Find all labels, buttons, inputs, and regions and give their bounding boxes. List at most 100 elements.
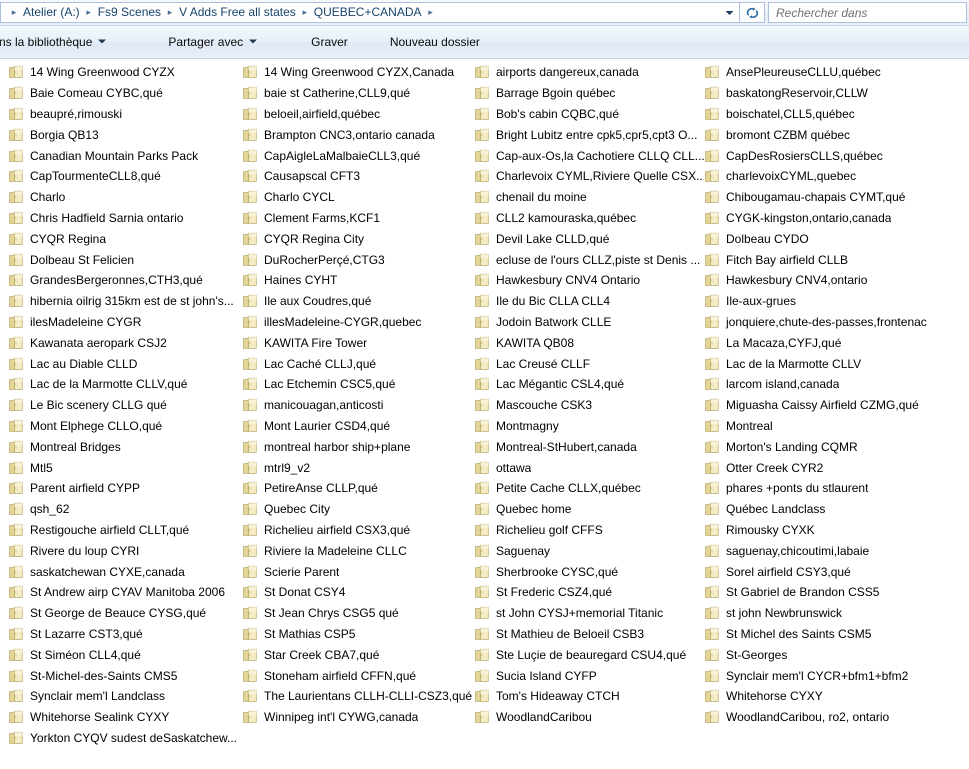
- folder-item[interactable]: Lac Caché CLLJ,qué: [238, 353, 474, 374]
- folder-item[interactable]: phares +ponts du stlaurent: [700, 478, 969, 499]
- folder-item[interactable]: Charlo CYCL: [238, 187, 474, 208]
- folder-item[interactable]: airports dangereux,canada: [470, 62, 704, 83]
- folder-item[interactable]: Borgia QB13: [4, 124, 242, 145]
- folder-item[interactable]: Miguasha Caissy Airfield CZMG,qué: [700, 395, 969, 416]
- folder-item[interactable]: larcom island,canada: [700, 374, 969, 395]
- folder-item[interactable]: ilesMadeleine CYGR: [4, 312, 242, 333]
- folder-item[interactable]: 14 Wing Greenwood CYZX,Canada: [238, 62, 474, 83]
- breadcrumb-item-0[interactable]: Atelier (A:): [21, 3, 82, 22]
- folder-item[interactable]: Star Creek CBA7,qué: [238, 644, 474, 665]
- folder-item[interactable]: st john Newbrunswick: [700, 603, 969, 624]
- folder-item[interactable]: mtrl9_v2: [238, 457, 474, 478]
- folder-item[interactable]: St Siméon CLL4,qué: [4, 644, 242, 665]
- toolbar-item-organize-library[interactable]: ns la bibliothèque: [0, 30, 116, 54]
- folder-item[interactable]: Hawkesbury CNV4,ontario: [700, 270, 969, 291]
- folder-item[interactable]: AnsePleureuseCLLU,québec: [700, 62, 969, 83]
- folder-item[interactable]: Winnipeg int'l CYWG,canada: [238, 707, 474, 728]
- folder-item[interactable]: Lac au Diable CLLD: [4, 353, 242, 374]
- breadcrumb-item-1[interactable]: Fs9 Scenes: [96, 3, 163, 22]
- folder-item[interactable]: Synclair mem'l CYCR+bfm1+bfm2: [700, 665, 969, 686]
- folder-item[interactable]: Québec Landclass: [700, 499, 969, 520]
- folder-item[interactable]: Mont Elphege CLLO,qué: [4, 416, 242, 437]
- folder-item[interactable]: St George de Beauce CYSG,qué: [4, 603, 242, 624]
- folder-item[interactable]: Cap-aux-Os,la Cachotiere CLLQ CLL...: [470, 145, 704, 166]
- folder-item[interactable]: Barrage Bgoin québec: [470, 83, 704, 104]
- folder-item[interactable]: chenail du moine: [470, 187, 704, 208]
- toolbar-item-share-with[interactable]: Partager avec: [158, 30, 267, 54]
- folder-item[interactable]: jonquiere,chute-des-passes,frontenac: [700, 312, 969, 333]
- folder-item[interactable]: Sorel airfield CSY3,qué: [700, 561, 969, 582]
- folder-item[interactable]: qsh_62: [4, 499, 242, 520]
- folder-item[interactable]: GrandesBergeronnes,CTH3,qué: [4, 270, 242, 291]
- folder-item[interactable]: La Macaza,CYFJ,qué: [700, 332, 969, 353]
- folder-item[interactable]: Lac Etchemin CSC5,qué: [238, 374, 474, 395]
- breadcrumb-separator-1[interactable]: ▸: [82, 3, 96, 22]
- folder-item[interactable]: Lac Mégantic CSL4,qué: [470, 374, 704, 395]
- folder-item[interactable]: Montreal Bridges: [4, 436, 242, 457]
- folder-item[interactable]: boischatel,CLL5,québec: [700, 104, 969, 125]
- folder-item[interactable]: Dolbeau St Felicien: [4, 249, 242, 270]
- folder-item[interactable]: KAWITA QB08: [470, 332, 704, 353]
- folder-item[interactable]: Rimousky CYXK: [700, 520, 969, 541]
- refresh-icon[interactable]: [739, 2, 765, 23]
- folder-item[interactable]: Haines CYHT: [238, 270, 474, 291]
- folder-item[interactable]: ecluse de l'ours CLLZ,piste st Denis ...: [470, 249, 704, 270]
- folder-item[interactable]: Otter Creek CYR2: [700, 457, 969, 478]
- folder-item[interactable]: Mont Laurier CSD4,qué: [238, 416, 474, 437]
- folder-item[interactable]: 14 Wing Greenwood CYZX: [4, 62, 242, 83]
- folder-item[interactable]: Quebec home: [470, 499, 704, 520]
- folder-item[interactable]: Le Bic scenery CLLG qué: [4, 395, 242, 416]
- file-list-view[interactable]: 14 Wing Greenwood CYZX Baie Comeau CYBC,q…: [0, 59, 969, 769]
- folder-item[interactable]: Rivere du loup CYRI: [4, 540, 242, 561]
- folder-item[interactable]: CLL2 kamouraska,québec: [470, 208, 704, 229]
- breadcrumb-separator-3[interactable]: ▸: [298, 3, 312, 22]
- folder-item[interactable]: Stoneham airfield CFFN,qué: [238, 665, 474, 686]
- folder-item[interactable]: Synclair mem'l Landclass: [4, 686, 242, 707]
- folder-item[interactable]: Richelieu golf CFFS: [470, 520, 704, 541]
- folder-item[interactable]: CYGK-kingston,ontario,canada: [700, 208, 969, 229]
- folder-item[interactable]: Brampton CNC3,ontario canada: [238, 124, 474, 145]
- folder-item[interactable]: PetireAnse CLLP,qué: [238, 478, 474, 499]
- folder-item[interactable]: KAWITA Fire Tower: [238, 332, 474, 353]
- breadcrumb[interactable]: ▸ Atelier (A:) ▸ Fs9 Scenes ▸ V Adds Fre…: [0, 2, 719, 23]
- folder-item[interactable]: beaupré,rimouski: [4, 104, 242, 125]
- folder-item[interactable]: Lac Creusé CLLF: [470, 353, 704, 374]
- folder-item[interactable]: St Mathieu de Beloeil CSB3: [470, 624, 704, 645]
- folder-item[interactable]: St Frederic CSZ4,qué: [470, 582, 704, 603]
- folder-item[interactable]: Ste Luçie de beauregard CSU4,qué: [470, 644, 704, 665]
- folder-item[interactable]: Charlevoix CYML,Riviere Quelle CSX...: [470, 166, 704, 187]
- folder-item[interactable]: Yorkton CYQV sudest deSaskatchew...: [4, 728, 242, 749]
- folder-item[interactable]: St Mathias CSP5: [238, 624, 474, 645]
- toolbar-item-new-folder[interactable]: Nouveau dossier: [380, 30, 490, 54]
- folder-item[interactable]: Chris Hadfield Sarnia ontario: [4, 208, 242, 229]
- folder-item[interactable]: Chibougamau-chapais CYMT,qué: [700, 187, 969, 208]
- folder-item[interactable]: Fitch Bay airfield CLLB: [700, 249, 969, 270]
- breadcrumb-item-2[interactable]: V Adds Free all states: [177, 3, 298, 22]
- folder-item[interactable]: Ile aux Coudres,qué: [238, 291, 474, 312]
- folder-item[interactable]: Charlo: [4, 187, 242, 208]
- toolbar-item-burn[interactable]: Graver: [301, 30, 358, 54]
- folder-item[interactable]: Sherbrooke CYSC,qué: [470, 561, 704, 582]
- folder-item[interactable]: manicouagan,anticosti: [238, 395, 474, 416]
- folder-item[interactable]: Riviere la Madeleine CLLC: [238, 540, 474, 561]
- folder-item[interactable]: montreal harbor ship+plane: [238, 436, 474, 457]
- folder-item[interactable]: St Jean Chrys CSG5 qué: [238, 603, 474, 624]
- folder-item[interactable]: WoodlandCaribou: [470, 707, 704, 728]
- folder-item[interactable]: hibernia oilrig 315km est de st john's..…: [4, 291, 242, 312]
- folder-item[interactable]: Ile-aux-grues: [700, 291, 969, 312]
- folder-item[interactable]: bromont CZBM québec: [700, 124, 969, 145]
- folder-item[interactable]: Mtl5: [4, 457, 242, 478]
- folder-item[interactable]: Montreal: [700, 416, 969, 437]
- folder-item[interactable]: Montmagny: [470, 416, 704, 437]
- breadcrumb-item-3[interactable]: QUEBEC+CANADA: [312, 3, 424, 22]
- folder-item[interactable]: St Lazarre CST3,qué: [4, 624, 242, 645]
- folder-item[interactable]: ottawa: [470, 457, 704, 478]
- folder-item[interactable]: Morton's Landing CQMR: [700, 436, 969, 457]
- folder-item[interactable]: saguenay,chicoutimi,labaie: [700, 540, 969, 561]
- folder-item[interactable]: illesMadeleine-CYGR,quebec: [238, 312, 474, 333]
- folder-item[interactable]: Richelieu airfield CSX3,qué: [238, 520, 474, 541]
- folder-item[interactable]: CapTourmenteCLL8,qué: [4, 166, 242, 187]
- folder-item[interactable]: Restigouche airfield CLLT,qué: [4, 520, 242, 541]
- folder-item[interactable]: Parent airfield CYPP: [4, 478, 242, 499]
- folder-item[interactable]: Jodoin Batwork CLLE: [470, 312, 704, 333]
